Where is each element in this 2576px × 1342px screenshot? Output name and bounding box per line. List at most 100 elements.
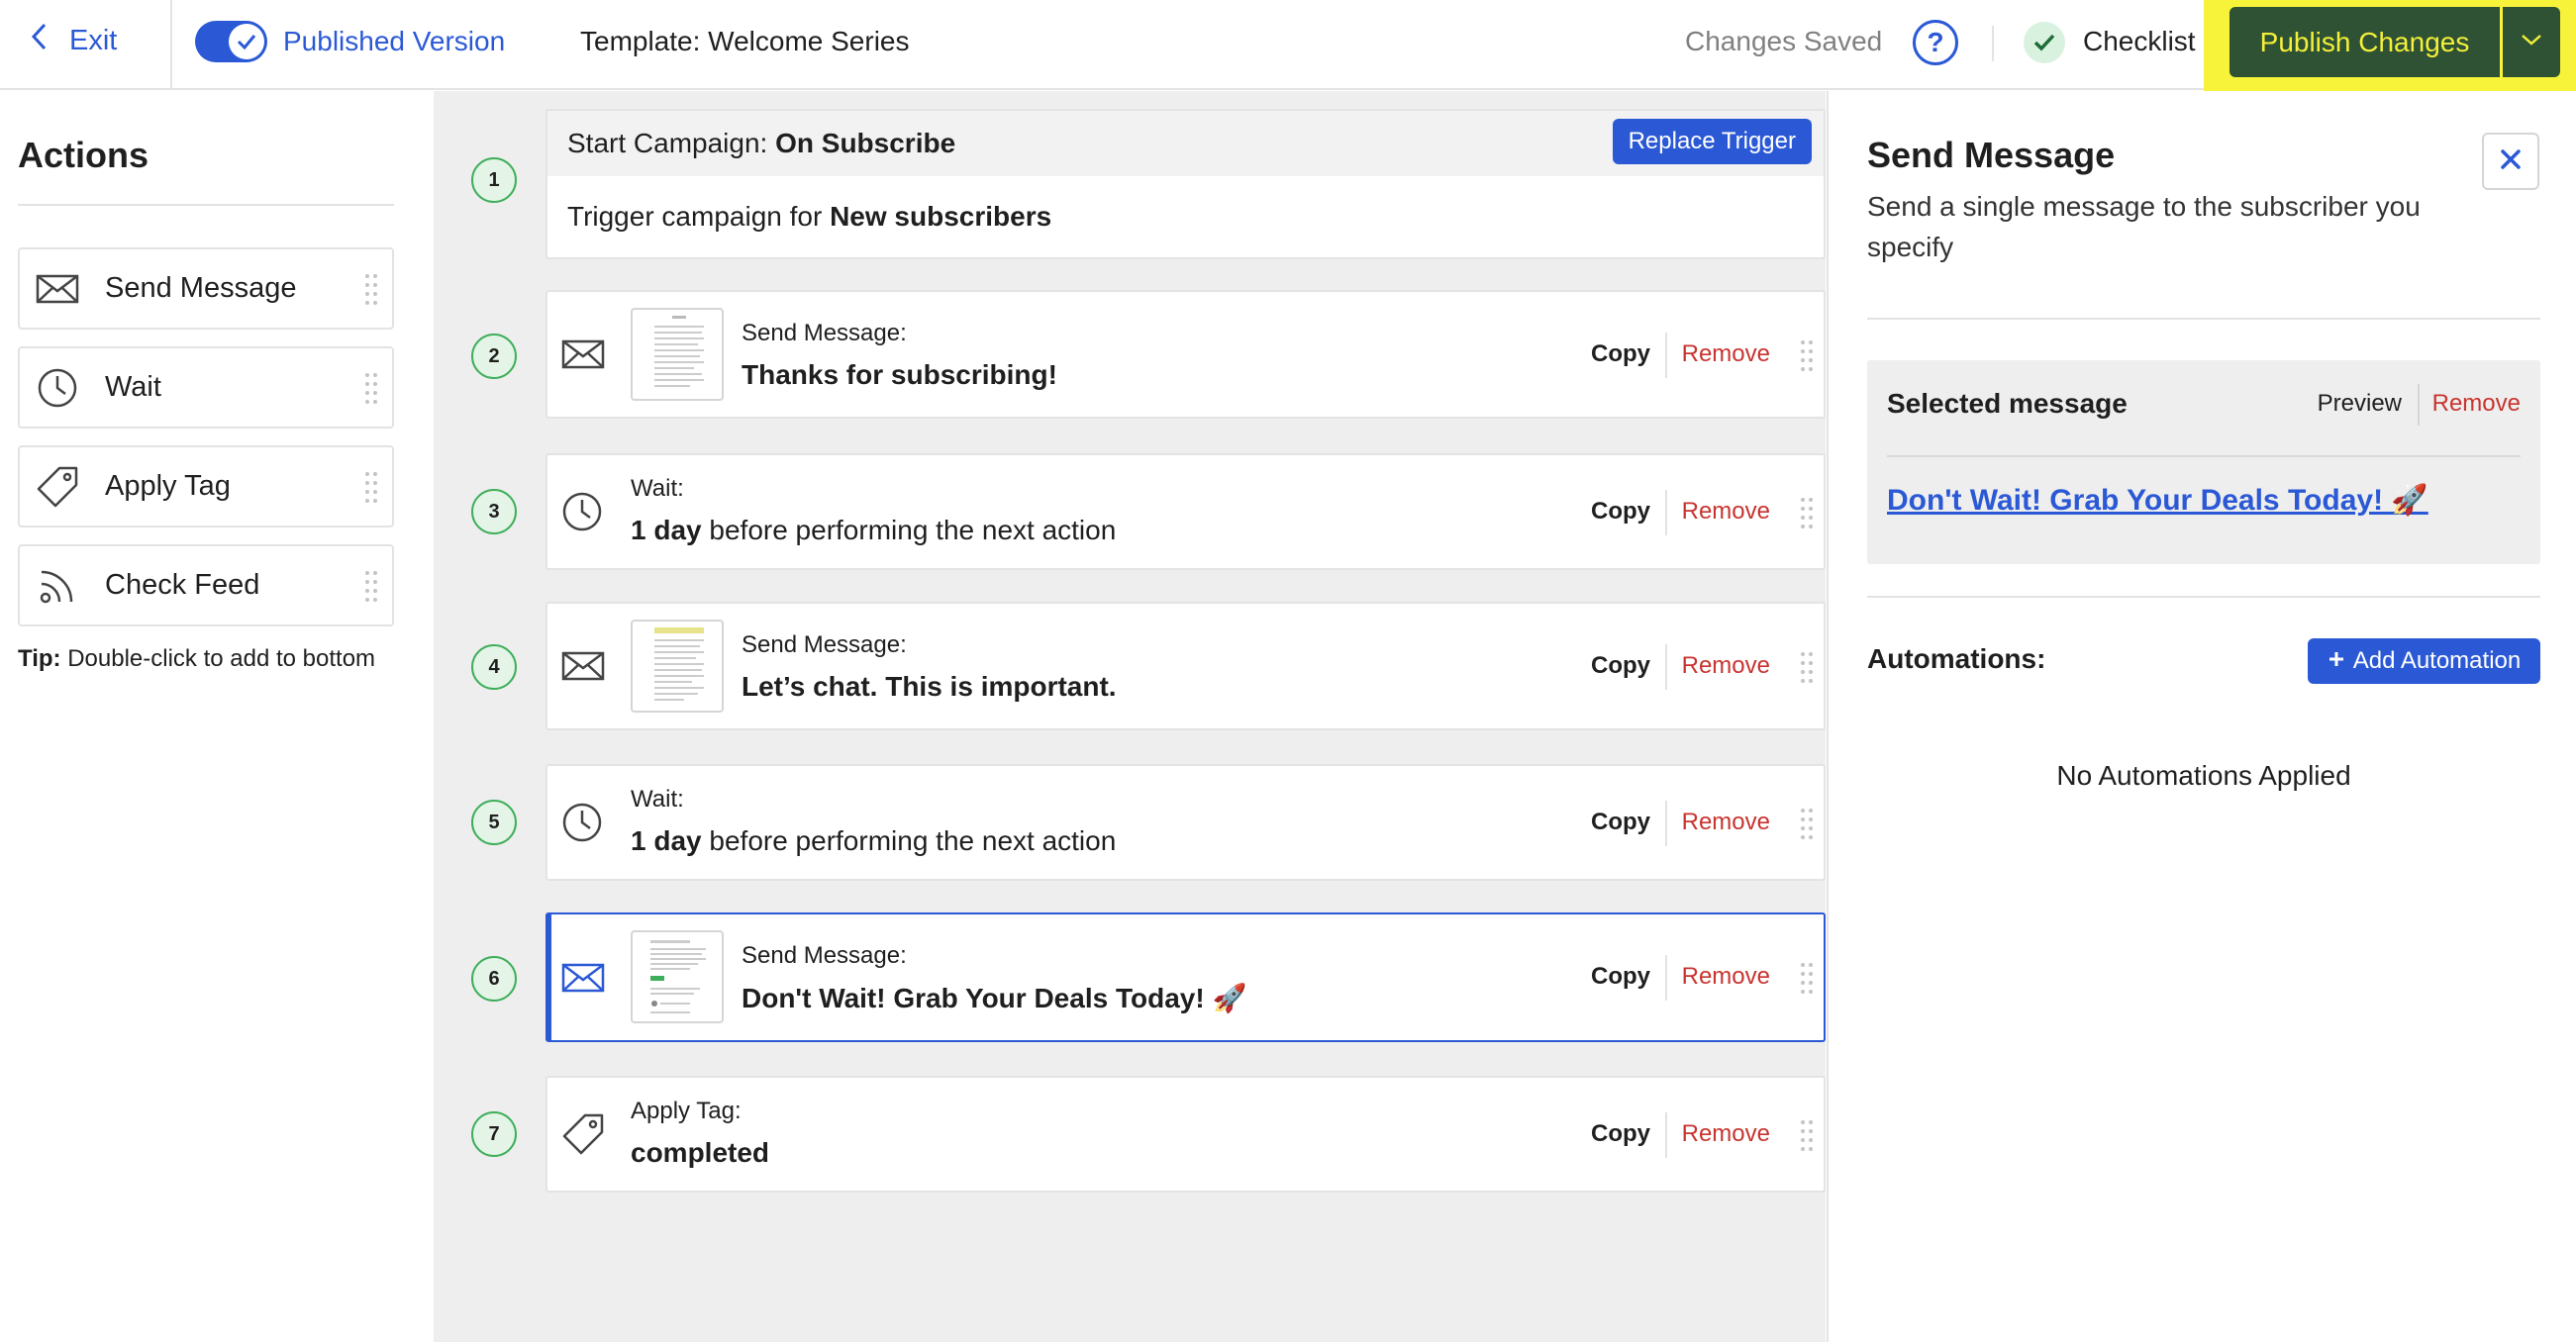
- action-send-message[interactable]: Send Message: [18, 247, 394, 330]
- remove-message-button[interactable]: Remove: [2432, 390, 2521, 418]
- wait-duration: 1 day before performing the next action: [631, 515, 1116, 546]
- drag-handle-icon[interactable]: [1800, 962, 1814, 1001]
- wait-duration: 1 day before performing the next action: [631, 825, 1116, 857]
- remove-button[interactable]: Remove: [1682, 340, 1770, 368]
- divider: [1665, 801, 1667, 846]
- tag-icon: [561, 1078, 605, 1191]
- preview-button[interactable]: Preview: [2318, 390, 2402, 418]
- envelope-icon: [561, 914, 605, 1040]
- clock-icon: [28, 367, 87, 409]
- message-thumbnail[interactable]: [631, 308, 724, 401]
- actions-title: Actions: [18, 135, 149, 175]
- add-automation-button[interactable]: Add Automation: [2308, 638, 2540, 684]
- step-number: 1: [471, 157, 517, 203]
- drag-handle-icon[interactable]: [364, 570, 378, 609]
- clock-icon: [561, 455, 603, 568]
- divider: [1665, 955, 1667, 1001]
- trigger-head-prefix: Start Campaign:: [567, 128, 776, 158]
- copy-button[interactable]: Copy: [1591, 1120, 1650, 1148]
- divider: [1665, 644, 1667, 690]
- copy-button[interactable]: Copy: [1591, 340, 1650, 368]
- exit-button[interactable]: Exit: [30, 22, 117, 59]
- action-apply-tag[interactable]: Apply Tag: [18, 445, 394, 527]
- action-label: Send Message: [105, 272, 297, 304]
- divider: [1867, 318, 2540, 320]
- drag-handle-icon[interactable]: [1800, 497, 1814, 535]
- divider: [170, 0, 172, 90]
- message-title: Thanks for subscribing!: [742, 359, 1057, 390]
- action-wait[interactable]: Wait: [18, 346, 394, 429]
- action-label: Wait: [105, 371, 161, 403]
- step-number: 3: [471, 489, 517, 534]
- drag-handle-icon[interactable]: [1800, 1119, 1814, 1158]
- remove-button[interactable]: Remove: [1682, 963, 1770, 991]
- divider: [18, 204, 394, 206]
- step-card-send-message[interactable]: Send Message: Thanks for subscribing! Co…: [545, 290, 1826, 419]
- tip-body: Double-click to add to bottom: [67, 645, 376, 672]
- copy-button[interactable]: Copy: [1591, 963, 1650, 991]
- copy-button[interactable]: Copy: [1591, 809, 1650, 836]
- envelope-icon: [561, 292, 605, 417]
- selected-message-link[interactable]: Don't Wait! Grab Your Deals Today! 🚀: [1887, 483, 2428, 518]
- replace-trigger-button[interactable]: Replace Trigger: [1612, 119, 1812, 164]
- workflow-canvas: 1 Start Campaign: On Subscribe Replace T…: [434, 91, 1826, 1342]
- remove-button[interactable]: Remove: [1682, 1120, 1770, 1148]
- step-number: 6: [471, 956, 517, 1002]
- envelope-icon: [28, 274, 87, 304]
- divider: [1867, 596, 2540, 598]
- chevron-left-icon: [30, 22, 48, 59]
- wait-amount: 1 day: [631, 825, 702, 856]
- check-icon: [229, 24, 264, 59]
- tag-name: completed: [631, 1137, 770, 1168]
- checklist-check-icon[interactable]: [2024, 22, 2065, 63]
- step-card-send-message[interactable]: Send Message: Let’s chat. This is import…: [545, 602, 1826, 730]
- close-button[interactable]: [2482, 133, 2539, 190]
- trigger-audience: New subscribers: [830, 201, 1052, 232]
- actions-sidebar: Actions Send Message Wait Apply Tag Chec…: [0, 91, 434, 1342]
- step-card-send-message-selected[interactable]: Send Message: Don't Wait! Grab Your Deal…: [545, 912, 1826, 1042]
- drag-handle-icon[interactable]: [1800, 339, 1814, 378]
- tip-prefix: Tip:: [18, 645, 61, 672]
- step-card-wait[interactable]: Wait: 1 day before performing the next a…: [545, 764, 1826, 881]
- help-icon[interactable]: ?: [1913, 20, 1958, 65]
- copy-button[interactable]: Copy: [1591, 498, 1650, 526]
- drag-handle-icon[interactable]: [364, 372, 378, 411]
- drag-handle-icon[interactable]: [364, 273, 378, 312]
- action-check-feed[interactable]: Check Feed: [18, 544, 394, 626]
- step-number: 2: [471, 334, 517, 379]
- plus-icon: [2328, 647, 2345, 675]
- remove-button[interactable]: Remove: [1682, 652, 1770, 680]
- tip-text: Tip: Double-click to add to bottom: [18, 645, 375, 673]
- tag-icon: [28, 465, 87, 509]
- action-label: Check Feed: [105, 569, 260, 601]
- wait-suffix: before performing the next action: [701, 825, 1117, 856]
- trigger-card[interactable]: Start Campaign: On Subscribe Replace Tri…: [545, 109, 1826, 259]
- copy-button[interactable]: Copy: [1591, 652, 1650, 680]
- drag-handle-icon[interactable]: [1800, 651, 1814, 690]
- trigger-event: On Subscribe: [775, 128, 956, 158]
- top-bar: Exit Published Version Template: Welcome…: [0, 0, 2576, 111]
- panel-title: Send Message: [1867, 135, 2116, 175]
- divider: [2418, 384, 2420, 426]
- step-card-apply-tag[interactable]: Apply Tag: completed Copy Remove: [545, 1076, 1826, 1193]
- published-version-toggle[interactable]: [195, 21, 267, 62]
- step-type-label: Wait:: [631, 475, 684, 502]
- published-version-label[interactable]: Published Version: [283, 26, 505, 57]
- remove-button[interactable]: Remove: [1682, 498, 1770, 526]
- exit-label: Exit: [69, 24, 118, 56]
- drag-handle-icon[interactable]: [1800, 808, 1814, 846]
- step-type-label: Apply Tag:: [631, 1098, 742, 1124]
- message-thumbnail[interactable]: [631, 620, 724, 713]
- publish-dropdown-button[interactable]: [2503, 7, 2560, 77]
- divider: [1992, 26, 1994, 61]
- message-thumbnail[interactable]: [631, 930, 724, 1023]
- step-number: 5: [471, 800, 517, 845]
- publish-changes-button[interactable]: Publish Changes: [2229, 7, 2500, 77]
- template-title: Template: Welcome Series: [580, 26, 910, 56]
- checklist-button[interactable]: Checklist: [2083, 26, 2196, 57]
- step-card-wait[interactable]: Wait: 1 day before performing the next a…: [545, 453, 1826, 570]
- remove-button[interactable]: Remove: [1682, 809, 1770, 836]
- drag-handle-icon[interactable]: [364, 471, 378, 510]
- rss-feed-icon: [28, 566, 87, 606]
- details-panel: Send Message Send a single message to th…: [1827, 91, 2576, 1342]
